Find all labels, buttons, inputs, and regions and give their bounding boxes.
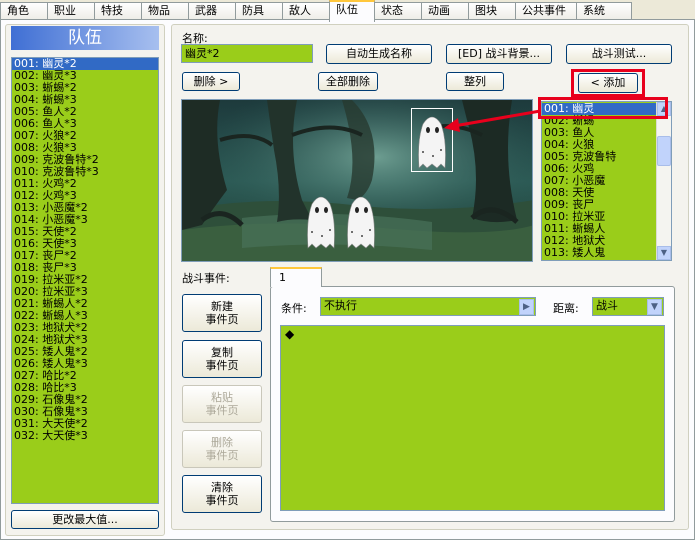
condition-label: 条件:: [281, 302, 307, 315]
troop-list-title: 队伍: [11, 26, 159, 50]
copy-page-button[interactable]: 复制 事件页: [182, 340, 262, 378]
change-max-button[interactable]: 更改最大值...: [11, 510, 159, 529]
condition-browse-icon[interactable]: ▶: [519, 299, 534, 315]
arrange-button[interactable]: 整列: [446, 72, 504, 91]
delete-page-label: 删除 事件页: [205, 435, 239, 462]
auto-name-button[interactable]: 自动生成名称: [326, 44, 432, 64]
clear-page-label: 清除 事件页: [205, 480, 239, 507]
condition-field[interactable]: 不执行: [320, 297, 536, 316]
ghost-enemy-icon[interactable]: [342, 190, 380, 250]
command-marker[interactable]: ◆: [281, 326, 664, 341]
event-command-list[interactable]: ◆: [280, 325, 665, 511]
scroll-down-icon[interactable]: ▼: [657, 246, 671, 260]
event-page-tab[interactable]: 1: [270, 267, 322, 287]
list-item[interactable]: 013: 矮人鬼: [542, 247, 656, 259]
copy-page-label: 复制 事件页: [205, 345, 239, 372]
enemy-selection-highlight: [538, 97, 668, 119]
chevron-down-icon[interactable]: ▼: [647, 299, 662, 315]
battle-events-label: 战斗事件:: [182, 272, 230, 285]
battleback-button[interactable]: [ED] 战斗背景...: [446, 44, 552, 64]
paste-page-label: 粘贴 事件页: [205, 390, 239, 417]
span-label: 距离:: [553, 302, 579, 315]
new-page-label: 新建 事件页: [205, 299, 239, 326]
troop-list[interactable]: 001: 幽灵*2 002: 幽灵*3 003: 蜥蜴*2 004: 蜥蜴*3 005:…: [11, 57, 159, 504]
clear-page-button[interactable]: 清除 事件页: [182, 475, 262, 513]
clear-all-button[interactable]: 全部删除: [318, 72, 378, 91]
enemy-list-scrollbar[interactable]: ▲ ▼: [656, 102, 671, 260]
delete-page-button[interactable]: 删除 事件页: [182, 430, 262, 468]
paste-page-button[interactable]: 粘贴 事件页: [182, 385, 262, 423]
add-button-highlight: [571, 69, 645, 97]
new-page-button[interactable]: 新建 事件页: [182, 294, 262, 332]
battle-test-button[interactable]: 战斗测试...: [566, 44, 672, 64]
scroll-thumb[interactable]: [657, 136, 671, 166]
list-item[interactable]: 032: 大天使*3: [12, 430, 158, 442]
tab-8[interactable]: 队伍: [329, 0, 375, 22]
name-field[interactable]: 幽灵*2: [181, 44, 313, 63]
red-arrow-icon: [444, 108, 547, 132]
ghost-enemy-icon[interactable]: [302, 190, 340, 250]
remove-enemy-button[interactable]: 删除 >: [182, 72, 240, 91]
enemy-list[interactable]: 001: 幽灵 002: 蜥蜴 003: 鱼人 004: 火狼 005: 克波鲁特 006…: [541, 101, 672, 261]
tab-bar: 角色 职业 特技 物品 武器 防具 敌人 队伍 状态 动画 图块 公共事件 系统: [0, 0, 695, 22]
